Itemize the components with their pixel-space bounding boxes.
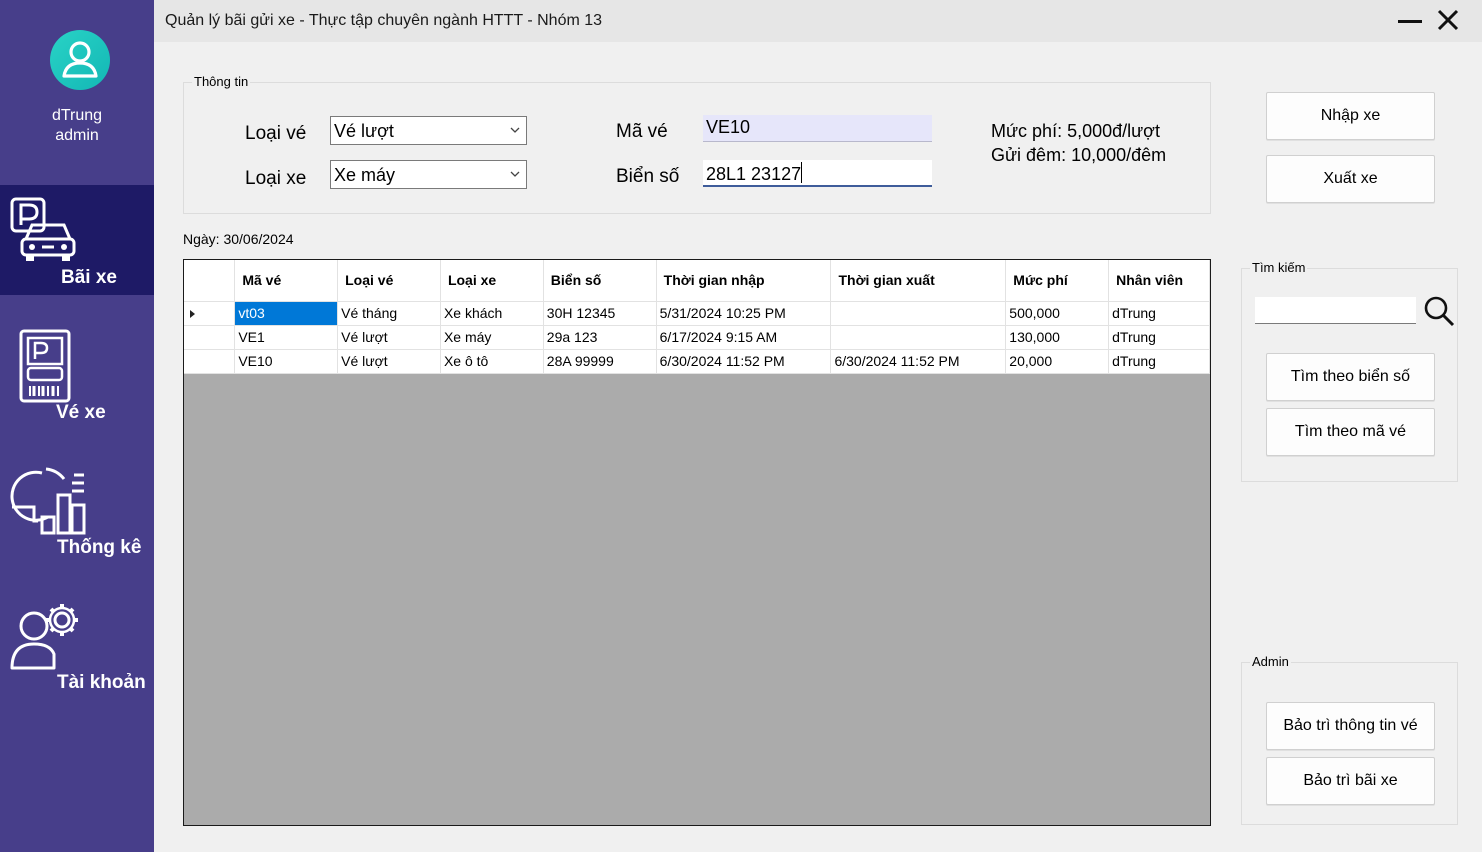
user-role: admin bbox=[55, 127, 99, 144]
table-cell[interactable]: dTrung bbox=[1108, 301, 1210, 326]
main-content: Thông tin Loại vé Vé lượt Loại xe Xe máy… bbox=[154, 42, 1482, 852]
title-bar: Quản lý bãi gửi xe - Thực tập chuyên ngà… bbox=[154, 0, 1482, 42]
check-in-button[interactable]: Nhập xe bbox=[1266, 92, 1435, 140]
search-group-legend: Tìm kiếm bbox=[1250, 260, 1308, 276]
table-cell[interactable]: Vé lượt bbox=[337, 325, 441, 350]
table-cell[interactable]: Xe máy bbox=[440, 325, 544, 350]
vehicle-table: Mã vé Loại vé Loại xe Biển số Thời gian … bbox=[184, 260, 1210, 374]
statistics-chart-icon bbox=[10, 467, 86, 535]
info-group-legend: Thông tin bbox=[192, 74, 251, 90]
table-cell[interactable] bbox=[830, 325, 1007, 350]
vehicle-type-label: Loại xe bbox=[245, 168, 307, 189]
ticket-id-field[interactable]: VE10 bbox=[703, 115, 932, 142]
table-cell[interactable]: VE10 bbox=[234, 349, 339, 374]
sidebar-item-statistics[interactable]: Thống kê bbox=[0, 455, 154, 565]
sidebar: dTrung admin Bãi xe Vé xe Thống kê Tài k… bbox=[0, 0, 154, 852]
search-by-plate-button[interactable]: Tìm theo biển số bbox=[1266, 353, 1435, 401]
plate-value: 28L1 23127 bbox=[706, 164, 802, 184]
sidebar-item-parking-lot[interactable]: Bãi xe bbox=[0, 185, 154, 295]
text-caret bbox=[801, 162, 803, 183]
column-header[interactable]: Mã vé bbox=[234, 260, 339, 302]
column-header[interactable]: Loại xe bbox=[440, 260, 544, 302]
table-cell[interactable]: 20,000 bbox=[1005, 349, 1110, 374]
chevron-down-icon bbox=[510, 171, 520, 177]
row-header[interactable] bbox=[184, 325, 236, 350]
night-fee-text: Gửi đêm: 10,000/đêm bbox=[991, 145, 1167, 165]
table-row[interactable]: vt03 Vé tháng Xe khách 30H 12345 5/31/20… bbox=[184, 301, 1210, 326]
table-cell[interactable]: VE1 bbox=[234, 325, 339, 350]
table-cell[interactable]: 30H 12345 bbox=[543, 301, 657, 326]
parking-car-icon bbox=[10, 197, 76, 261]
table-cell[interactable]: Xe ô tô bbox=[440, 349, 544, 374]
column-header[interactable]: Nhân viên bbox=[1108, 260, 1210, 302]
sidebar-item-label: Tài khoản bbox=[57, 672, 146, 693]
row-header[interactable] bbox=[184, 301, 236, 326]
ticket-id-label: Mã vé bbox=[616, 121, 668, 142]
user-name: dTrung bbox=[51, 107, 103, 124]
column-header[interactable]: Thời gian xuất bbox=[830, 260, 1007, 302]
ticket-type-label: Loại vé bbox=[245, 123, 307, 144]
row-header-corner bbox=[184, 260, 236, 302]
search-by-ticket-button[interactable]: Tìm theo mã vé bbox=[1266, 408, 1435, 456]
row-header[interactable] bbox=[184, 349, 236, 374]
table-cell[interactable]: 6/30/2024 11:52 PM bbox=[830, 349, 1007, 374]
table-cell[interactable]: dTrung bbox=[1108, 325, 1210, 350]
table-row[interactable]: VE10 Vé lượt Xe ô tô 28A 99999 6/30/2024… bbox=[184, 349, 1210, 374]
sidebar-item-account[interactable]: Tài khoản bbox=[0, 590, 154, 700]
table-cell[interactable]: 5/31/2024 10:25 PM bbox=[656, 301, 832, 326]
maintain-tickets-button[interactable]: Bảo trì thông tin vé bbox=[1266, 702, 1435, 750]
column-header[interactable]: Mức phí bbox=[1005, 260, 1110, 302]
user-settings-icon bbox=[10, 604, 78, 670]
admin-group-legend: Admin bbox=[1250, 654, 1291, 670]
table-cell[interactable] bbox=[830, 301, 1007, 326]
ticket-type-value: Vé lượt bbox=[334, 121, 394, 141]
table-cell[interactable]: Vé lượt bbox=[337, 349, 441, 374]
current-row-icon bbox=[190, 310, 195, 318]
column-header[interactable]: Loại vé bbox=[337, 260, 441, 302]
close-icon bbox=[1437, 9, 1459, 31]
column-header[interactable]: Thời gian nhập bbox=[656, 260, 832, 302]
vehicle-type-value: Xe máy bbox=[334, 165, 396, 185]
search-input[interactable] bbox=[1255, 297, 1416, 324]
sidebar-item-label: Thống kê bbox=[57, 537, 142, 558]
table-cell[interactable]: 500,000 bbox=[1005, 301, 1110, 326]
maintain-lot-button[interactable]: Bảo trì bãi xe bbox=[1266, 757, 1435, 805]
ticket-type-select[interactable]: Vé lượt bbox=[330, 116, 527, 145]
search-icon[interactable] bbox=[1422, 294, 1456, 328]
table-header-row: Mã vé Loại vé Loại xe Biển số Thời gian … bbox=[184, 260, 1210, 302]
table-cell[interactable]: Xe khách bbox=[440, 301, 544, 326]
table-cell[interactable]: vt03 bbox=[234, 301, 339, 326]
plate-field[interactable]: 28L1 23127 bbox=[703, 160, 932, 187]
table-cell[interactable]: 130,000 bbox=[1005, 325, 1110, 350]
table-cell[interactable]: 29a 123 bbox=[543, 325, 657, 350]
table-cell[interactable]: 6/30/2024 11:52 PM bbox=[656, 349, 832, 374]
date-label: Ngày: 30/06/2024 bbox=[183, 231, 294, 247]
vehicle-type-select[interactable]: Xe máy bbox=[330, 160, 527, 189]
table-cell[interactable]: 6/17/2024 9:15 AM bbox=[656, 325, 832, 350]
close-button[interactable] bbox=[1434, 6, 1462, 34]
user-icon bbox=[62, 41, 98, 78]
vehicle-data-grid[interactable]: Mã vé Loại vé Loại xe Biển số Thời gian … bbox=[183, 259, 1211, 826]
column-header[interactable]: Biển số bbox=[543, 260, 657, 302]
sidebar-item-label: Bãi xe bbox=[61, 267, 117, 288]
window-title: Quản lý bãi gửi xe - Thực tập chuyên ngà… bbox=[165, 12, 603, 29]
check-out-button[interactable]: Xuất xe bbox=[1266, 155, 1435, 203]
fee-rate-text: Mức phí: 5,000đ/lượt bbox=[991, 121, 1160, 141]
avatar bbox=[50, 30, 110, 90]
table-cell[interactable]: 28A 99999 bbox=[543, 349, 657, 374]
sidebar-item-label: Vé xe bbox=[56, 402, 106, 423]
table-row[interactable]: VE1 Vé lượt Xe máy 29a 123 6/17/2024 9:1… bbox=[184, 325, 1210, 350]
minimize-button[interactable] bbox=[1396, 8, 1424, 34]
table-cell[interactable]: Vé tháng bbox=[337, 301, 441, 326]
sidebar-item-tickets[interactable]: Vé xe bbox=[0, 320, 154, 430]
table-cell[interactable]: dTrung bbox=[1108, 349, 1210, 374]
parking-ticket-icon bbox=[19, 329, 71, 403]
chevron-down-icon bbox=[510, 127, 520, 133]
plate-label: Biển số bbox=[616, 166, 680, 187]
